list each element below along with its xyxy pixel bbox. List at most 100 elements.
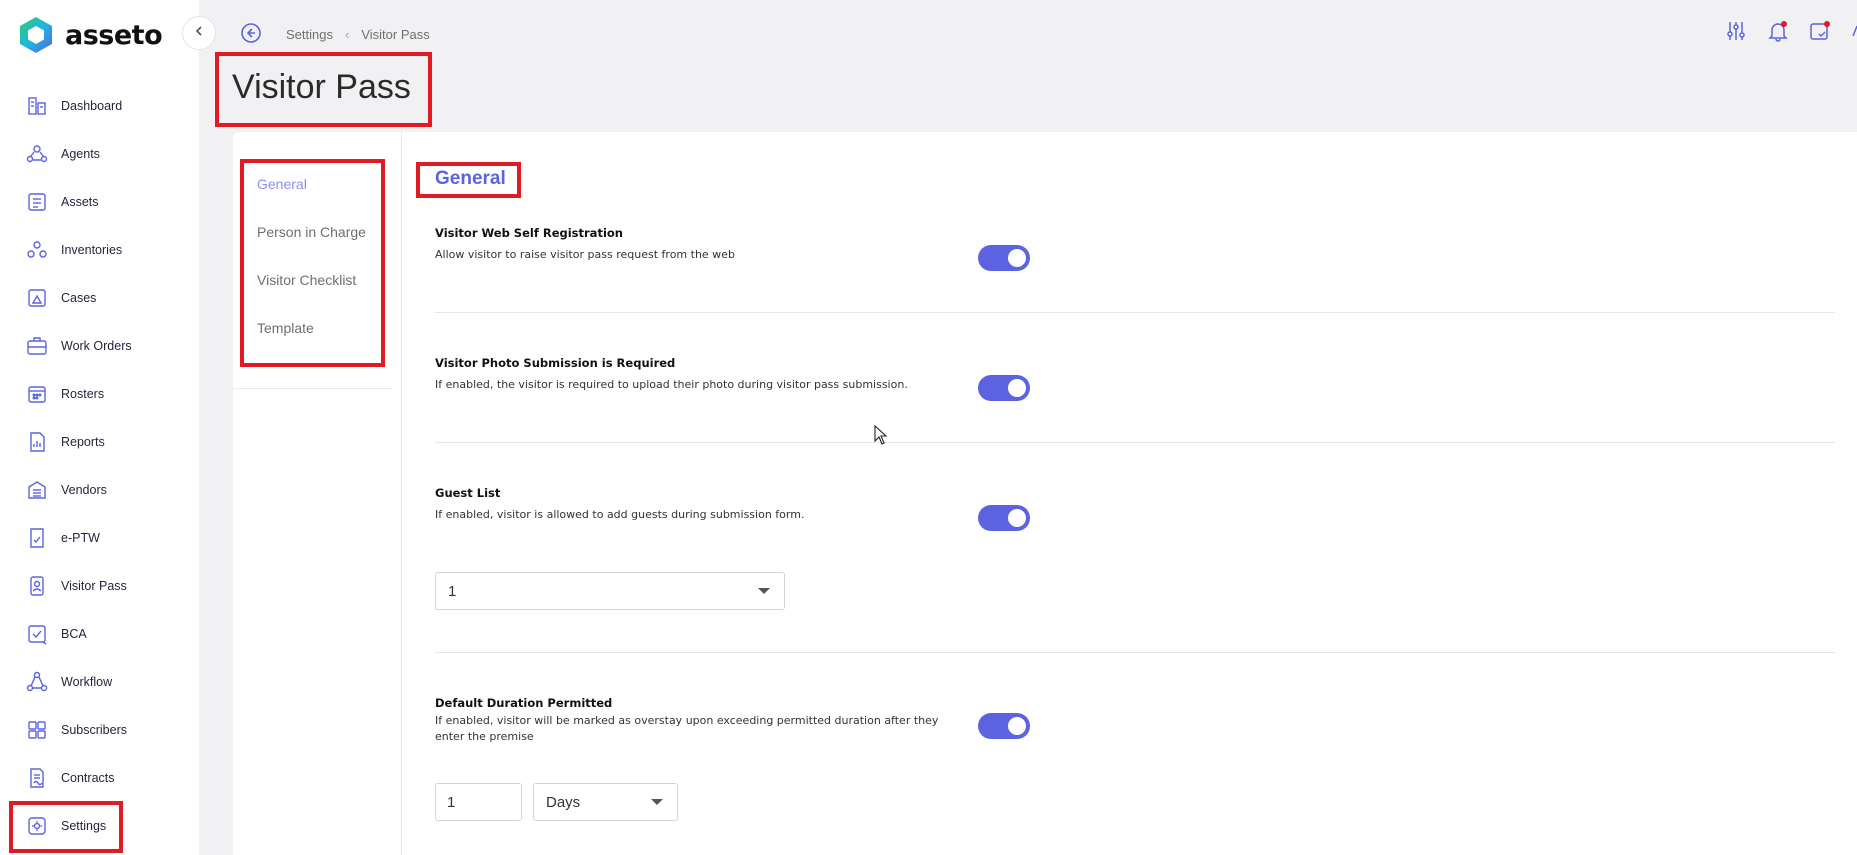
settings-icon	[26, 815, 48, 837]
sidebar-item-label: Dashboard	[61, 99, 123, 113]
subnav-item-visitor-checklist[interactable]: Visitor Checklist	[241, 256, 366, 304]
setting-description: Allow visitor to raise visitor pass requ…	[435, 248, 735, 261]
setting-guest-list: Guest List If enabled, visitor is allowe…	[435, 486, 1835, 531]
inventories-icon	[26, 239, 48, 261]
contracts-icon	[26, 767, 48, 789]
workflow-icon	[26, 671, 48, 693]
subnav-item-general[interactable]: General	[241, 160, 366, 208]
sidebar-item-work-orders[interactable]: Work Orders	[0, 322, 199, 370]
asseto-logo-icon	[20, 17, 52, 53]
sidebar-item-label: e-PTW	[61, 531, 100, 545]
sidebar-item-reports[interactable]: Reports	[0, 418, 199, 466]
notification-bell-icon[interactable]	[1767, 20, 1789, 42]
settings-subnav: General Person in Charge Visitor Checkli…	[233, 132, 402, 855]
sidebar-item-bca[interactable]: BCA	[0, 610, 199, 658]
agents-icon	[26, 143, 48, 165]
default-duration-toggle[interactable]	[978, 713, 1030, 739]
subnav-item-template[interactable]: Template	[241, 304, 366, 352]
sidebar-item-label: BCA	[61, 627, 87, 641]
settings-content-panel: General Person in Charge Visitor Checkli…	[233, 132, 1857, 855]
sidebar-item-label: Vendors	[61, 483, 107, 497]
breadcrumb-current: Visitor Pass	[361, 27, 430, 42]
divider	[435, 312, 1835, 313]
sidebar-item-label: Contracts	[61, 771, 115, 785]
cases-icon	[26, 287, 48, 309]
sidebar-item-label: Cases	[61, 291, 97, 305]
duration-unit-select[interactable]: Days	[533, 783, 678, 821]
sidebar-item-label: Work Orders	[61, 339, 132, 353]
sidebar-item-dashboard[interactable]: Dashboard	[0, 82, 199, 130]
sidebar-item-inventories[interactable]: Inventories	[0, 226, 199, 274]
work-orders-icon	[26, 335, 48, 357]
visitor-pass-icon	[26, 575, 48, 597]
section-title: General	[435, 168, 506, 189]
sidebar: asseto Dashboard Agents Assets Inventori…	[0, 0, 199, 855]
filters-icon[interactable]	[1725, 20, 1747, 42]
sidebar-item-label: Rosters	[61, 387, 105, 401]
setting-default-duration: Default Duration Permitted If enabled, v…	[435, 696, 1835, 745]
breadcrumb-parent[interactable]: Settings	[286, 27, 333, 42]
guest-count-select[interactable]: 1	[435, 572, 785, 610]
page-title: Visitor Pass	[232, 68, 411, 106]
setting-title: Guest List	[435, 486, 501, 500]
sidebar-item-label: Workflow	[61, 675, 113, 689]
sidebar-item-label: Visitor Pass	[61, 579, 127, 593]
brand-logo[interactable]: asseto	[19, 16, 163, 54]
subnav-item-person-in-charge[interactable]: Person in Charge	[241, 208, 366, 256]
sidebar-item-label: Subscribers	[61, 723, 127, 737]
rosters-icon	[26, 383, 48, 405]
sidebar-item-label: Assets	[61, 195, 99, 209]
caret-down-icon	[758, 588, 770, 594]
assets-icon	[26, 191, 48, 213]
top-toolbar	[1725, 20, 1857, 42]
sidebar-item-agents[interactable]: Agents	[0, 130, 199, 178]
setting-title: Visitor Web Self Registration	[435, 226, 623, 240]
sidebar-item-cases[interactable]: Cases	[0, 274, 199, 322]
sidebar-item-workflow[interactable]: Workflow	[0, 658, 199, 706]
eptw-icon	[26, 527, 48, 549]
subscribers-icon	[26, 719, 48, 741]
breadcrumb-separator-icon: ‹	[344, 27, 350, 42]
setting-description: If enabled, visitor is allowed to add gu…	[435, 508, 805, 521]
breadcrumb: Settings ‹ Visitor Pass	[240, 22, 430, 47]
sidebar-item-rosters[interactable]: Rosters	[0, 370, 199, 418]
mouse-cursor-icon	[874, 424, 888, 450]
sidebar-item-label: Reports	[61, 435, 105, 449]
sidebar-item-assets[interactable]: Assets	[0, 178, 199, 226]
setting-description: If enabled, the visitor is required to u…	[435, 378, 908, 391]
setting-title: Default Duration Permitted	[435, 696, 613, 710]
sidebar-item-contracts[interactable]: Contracts	[0, 754, 199, 802]
bca-icon	[26, 623, 48, 645]
sidebar-item-visitor-pass[interactable]: Visitor Pass	[0, 562, 199, 610]
sidebar-item-subscribers[interactable]: Subscribers	[0, 706, 199, 754]
chevron-left-icon	[193, 24, 205, 42]
general-settings: General Visitor Web Self Registration Al…	[434, 132, 1857, 855]
photo-required-toggle[interactable]	[978, 375, 1030, 401]
sidebar-item-eptw[interactable]: e-PTW	[0, 514, 199, 562]
caret-down-icon	[651, 799, 663, 805]
sidebar-item-label: Inventories	[61, 243, 123, 257]
tasks-calendar-icon[interactable]	[1809, 20, 1831, 42]
collapse-sidebar-button[interactable]	[182, 16, 216, 50]
subnav-divider	[233, 388, 393, 389]
back-arrow-icon[interactable]	[240, 22, 262, 47]
duration-number-input[interactable]: 1	[435, 783, 522, 821]
duration-number-value: 1	[447, 793, 456, 811]
guest-count-value: 1	[448, 582, 457, 600]
brand-name: asseto	[65, 19, 163, 51]
profile-menu-icon[interactable]	[1851, 20, 1857, 42]
guest-list-toggle[interactable]	[978, 505, 1030, 531]
sidebar-item-settings[interactable]: Settings	[0, 802, 199, 850]
setting-web-self-registration: Visitor Web Self Registration Allow visi…	[435, 226, 1835, 271]
sidebar-item-vendors[interactable]: Vendors	[0, 466, 199, 514]
divider	[435, 442, 1835, 443]
sidebar-item-label: Settings	[61, 819, 107, 833]
duration-unit-value: Days	[546, 793, 581, 811]
web-self-registration-toggle[interactable]	[978, 245, 1030, 271]
vendors-icon	[26, 479, 48, 501]
sidebar-nav: Dashboard Agents Assets Inventories Case…	[0, 82, 199, 850]
setting-photo-required: Visitor Photo Submission is Required If …	[435, 356, 1835, 401]
divider	[435, 652, 1835, 653]
setting-title: Visitor Photo Submission is Required	[435, 356, 676, 370]
setting-description: If enabled, visitor will be marked as ov…	[435, 714, 939, 743]
